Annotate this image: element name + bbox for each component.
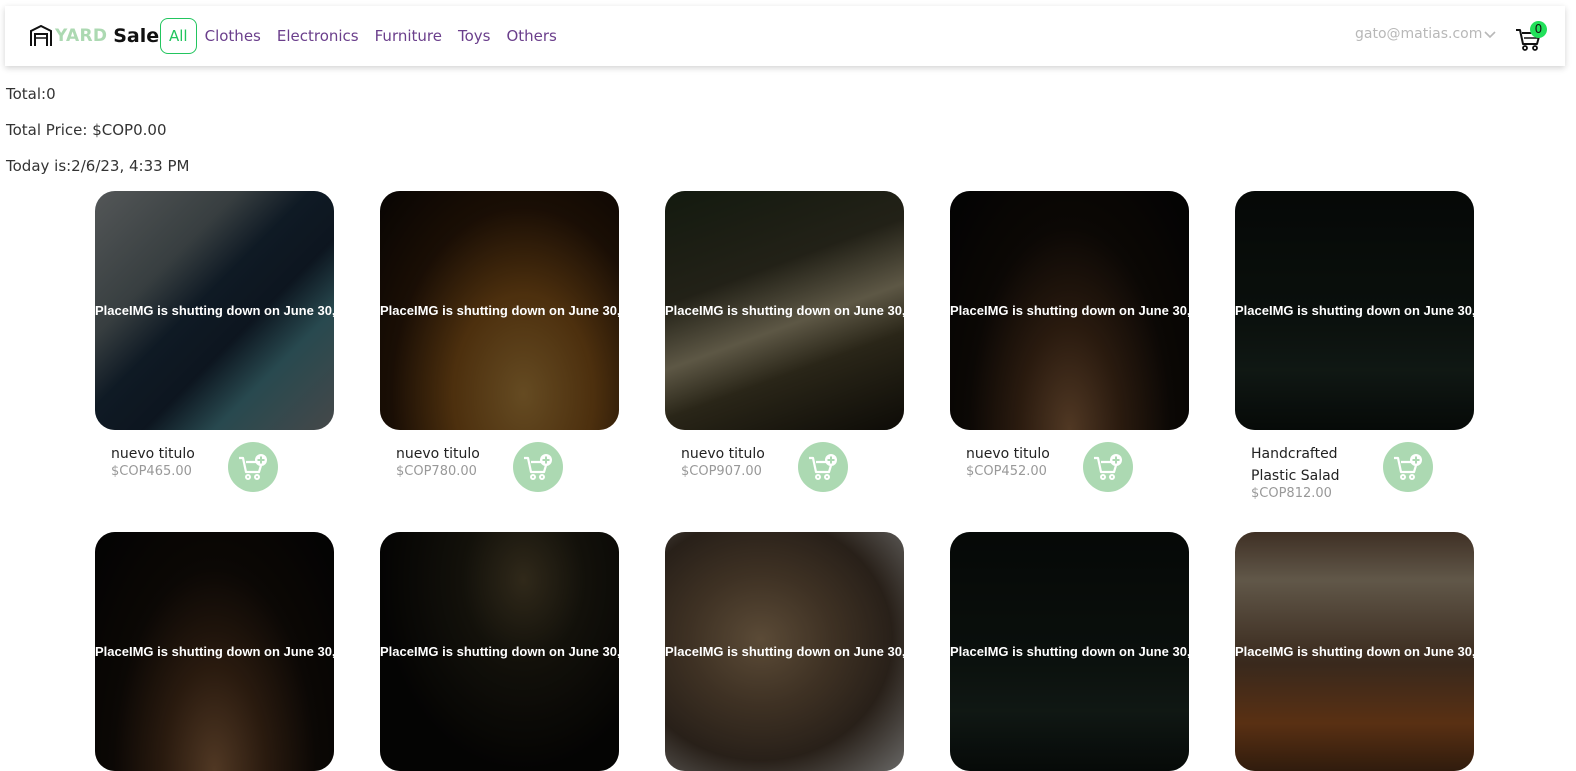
add-to-cart-button[interactable] bbox=[228, 442, 278, 492]
product-card[interactable]: PlaceIMG is shutting down on June 30, 20… bbox=[95, 191, 334, 492]
nav-link-furniture[interactable]: Furniture bbox=[367, 18, 450, 54]
image-overlay-text: PlaceIMG is shutting down on June 30, 20… bbox=[665, 303, 904, 318]
add-to-cart-icon bbox=[524, 454, 552, 480]
image-overlay-text: PlaceIMG is shutting down on June 30, 20… bbox=[95, 303, 334, 318]
navbar: YARD Sale All Clothes Electronics Furnit… bbox=[5, 6, 1565, 66]
product-price: $COP812.00 bbox=[1251, 486, 1332, 501]
product-price: $COP452.00 bbox=[966, 464, 1047, 479]
product-image[interactable]: PlaceIMG is shutting down on June 30, 20… bbox=[380, 191, 619, 430]
image-overlay-text: PlaceIMG is shutting down on June 30, 20… bbox=[950, 303, 1189, 318]
product-image[interactable]: PlaceIMG is shutting down on June 30, 20… bbox=[665, 532, 904, 771]
product-card[interactable]: PlaceIMG is shutting down on June 30, 20… bbox=[950, 191, 1189, 492]
product-card[interactable]: PlaceIMG is shutting down on June 30, 20… bbox=[950, 532, 1189, 771]
product-card[interactable]: PlaceIMG is shutting down on June 30, 20… bbox=[665, 191, 904, 492]
product-card[interactable]: PlaceIMG is shutting down on June 30, 20… bbox=[95, 532, 334, 771]
product-image[interactable]: PlaceIMG is shutting down on June 30, 20… bbox=[665, 191, 904, 430]
product-image[interactable]: PlaceIMG is shutting down on June 30, 20… bbox=[1235, 191, 1474, 430]
add-to-cart-icon bbox=[809, 454, 837, 480]
image-overlay-text: PlaceIMG is shutting down on June 30, 20… bbox=[95, 644, 334, 659]
product-image[interactable]: PlaceIMG is shutting down on June 30, 20… bbox=[950, 191, 1189, 430]
image-overlay-text: PlaceIMG is shutting down on June 30, 20… bbox=[380, 644, 619, 659]
product-price: $COP465.00 bbox=[111, 464, 192, 479]
storefront-icon bbox=[30, 25, 52, 46]
image-overlay-text: PlaceIMG is shutting down on June 30, 20… bbox=[380, 303, 619, 318]
cart-count-badge: 0 bbox=[1530, 21, 1547, 38]
user-email[interactable]: gato@matias.com bbox=[1355, 26, 1482, 42]
image-overlay-text: PlaceIMG is shutting down on June 30, 20… bbox=[1235, 644, 1474, 659]
image-overlay-text: PlaceIMG is shutting down on June 30, 20… bbox=[665, 644, 904, 659]
nav-link-all[interactable]: All bbox=[160, 18, 197, 54]
total-count: Total:0 bbox=[6, 85, 56, 103]
today-date: Today is:2/6/23, 4:33 PM bbox=[6, 157, 190, 175]
product-title: nuevo titulo bbox=[681, 446, 765, 462]
add-to-cart-button[interactable] bbox=[513, 442, 563, 492]
total-price: Total Price: $COP0.00 bbox=[6, 121, 167, 139]
add-to-cart-icon bbox=[1094, 454, 1122, 480]
product-title: nuevo titulo bbox=[111, 446, 195, 462]
product-title: nuevo titulo bbox=[396, 446, 480, 462]
nav-link-toys[interactable]: Toys bbox=[450, 18, 498, 54]
nav-link-electronics[interactable]: Electronics bbox=[269, 18, 367, 54]
product-image[interactable]: PlaceIMG is shutting down on June 30, 20… bbox=[95, 532, 334, 771]
brand-logo[interactable]: YARD Sale bbox=[29, 22, 159, 50]
nav-link-others[interactable]: Others bbox=[498, 18, 564, 54]
add-to-cart-icon bbox=[239, 454, 267, 480]
product-image[interactable]: PlaceIMG is shutting down on June 30, 20… bbox=[380, 532, 619, 771]
chevron-down-icon[interactable] bbox=[1483, 28, 1497, 42]
add-to-cart-button[interactable] bbox=[1083, 442, 1133, 492]
image-overlay-text: PlaceIMG is shutting down on June 30, 20… bbox=[950, 644, 1189, 659]
nav-link-clothes[interactable]: Clothes bbox=[197, 18, 269, 54]
brand-sale: Sale bbox=[113, 25, 160, 47]
product-card[interactable]: PlaceIMG is shutting down on June 30, 20… bbox=[1235, 191, 1474, 501]
product-card[interactable]: PlaceIMG is shutting down on June 30, 20… bbox=[380, 191, 619, 492]
add-to-cart-button[interactable] bbox=[798, 442, 848, 492]
product-card[interactable]: PlaceIMG is shutting down on June 30, 20… bbox=[1235, 532, 1474, 771]
add-to-cart-button[interactable] bbox=[1383, 442, 1433, 492]
category-nav: All Clothes Electronics Furniture Toys O… bbox=[160, 18, 565, 54]
product-title: Handcrafted Plastic Salad bbox=[1251, 446, 1340, 484]
add-to-cart-icon bbox=[1394, 454, 1422, 480]
product-price: $COP907.00 bbox=[681, 464, 762, 479]
product-card[interactable]: PlaceIMG is shutting down on June 30, 20… bbox=[665, 532, 904, 771]
product-card[interactable]: PlaceIMG is shutting down on June 30, 20… bbox=[380, 532, 619, 771]
product-title: nuevo titulo bbox=[966, 446, 1050, 462]
product-image[interactable]: PlaceIMG is shutting down on June 30, 20… bbox=[1235, 532, 1474, 771]
brand-yard: YARD bbox=[55, 26, 108, 46]
image-overlay-text: PlaceIMG is shutting down on June 30, 20… bbox=[1235, 303, 1474, 318]
product-image[interactable]: PlaceIMG is shutting down on June 30, 20… bbox=[950, 532, 1189, 771]
product-image[interactable]: PlaceIMG is shutting down on June 30, 20… bbox=[95, 191, 334, 430]
product-price: $COP780.00 bbox=[396, 464, 477, 479]
